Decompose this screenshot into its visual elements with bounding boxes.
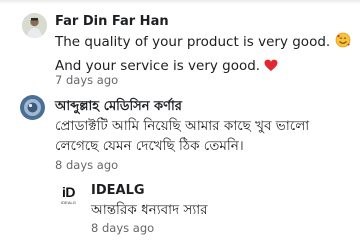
page-logo-icon: [20, 95, 45, 120]
comment-text: The quality of your product is very good…: [55, 31, 351, 79]
comment-author[interactable]: Far Din Far Han: [55, 14, 169, 29]
avatar[interactable]: [20, 95, 45, 120]
reply-text: আন্তরিক ধন্যবাদ স্যার: [91, 202, 208, 218]
smiling-face-with-hearts-icon: [335, 32, 351, 55]
comment-text-line: The quality of your product is very good…: [55, 34, 331, 50]
red-heart-icon: [264, 57, 278, 79]
comment-timestamp: 7 days ago: [55, 73, 119, 87]
reply-author[interactable]: IDEALG: [91, 183, 145, 198]
avatar[interactable]: [22, 13, 47, 38]
avatar[interactable]: iD IDEALG: [56, 184, 81, 209]
idealg-logo-icon: iD IDEALG: [61, 184, 76, 205]
reply-item: iD IDEALG IDEALG আন্তরিক ধন্যবাদ স্যার 8…: [0, 176, 360, 241]
reply-timestamp: 8 days ago: [91, 221, 155, 235]
comment-text-line: প্রোডাক্টটি আমি নিয়েছি আমার কাছে খুব ভা…: [55, 118, 310, 134]
comment-text-line: And your service is very good.: [55, 58, 261, 74]
comment-author[interactable]: আব্দুল্লাহ মেডিসিন কর্ণার: [55, 97, 182, 118]
comment-item: আব্দুল্লাহ মেডিসিন কর্ণার প্রোডাক্টটি আম…: [0, 90, 360, 175]
comment-text-line: লেগেছে যেমন দেখেছি ঠিক তেমনি।: [55, 138, 244, 154]
comment-item: Far Din Far Han The quality of your prod…: [0, 0, 360, 90]
comment-text: প্রোডাক্টটি আমি নিয়েছি আমার কাছে খুব ভা…: [55, 116, 309, 156]
comment-timestamp: 8 days ago: [55, 158, 119, 172]
person-photo-icon: [22, 13, 47, 38]
